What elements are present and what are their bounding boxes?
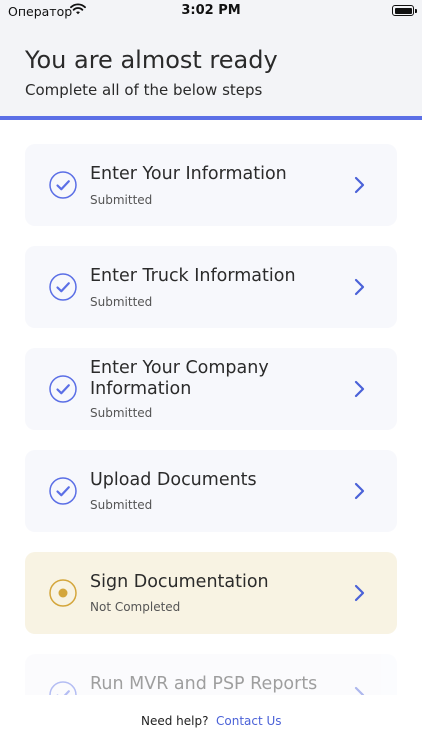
step-card[interactable]: Sign Documentation Not Completed <box>25 552 397 634</box>
step-title: Enter Your Company Information <box>90 358 269 399</box>
footer: Need help? Contact Us <box>0 695 422 750</box>
step-card[interactable]: Run MVR and PSP Reports <box>25 654 397 695</box>
step-card[interactable]: Enter Your Company Information Submitted <box>25 348 397 430</box>
page-header: You are almost ready Complete all of the… <box>0 24 422 116</box>
check-circle-icon <box>49 681 77 695</box>
step-title: Enter Your Information <box>90 164 287 184</box>
chevron-right-icon[interactable] <box>353 482 367 500</box>
check-circle-icon <box>49 273 77 301</box>
status-time: 3:02 PM <box>181 3 241 18</box>
step-status: Submitted <box>90 406 153 420</box>
radio-dot-icon <box>49 579 77 607</box>
step-title: Upload Documents <box>90 470 257 490</box>
status-bar: Оператор 3:02 PM <box>0 0 422 24</box>
check-circle-icon <box>49 171 77 199</box>
contact-us-link[interactable]: Contact Us <box>216 714 282 728</box>
page-subtitle: Complete all of the below steps <box>25 81 263 99</box>
step-status: Submitted <box>90 295 153 309</box>
step-status: Submitted <box>90 498 153 512</box>
chevron-right-icon[interactable] <box>353 380 367 398</box>
page-title: You are almost ready <box>25 46 278 74</box>
check-circle-icon <box>49 477 77 505</box>
step-title: Run MVR and PSP Reports <box>90 674 318 694</box>
step-card[interactable]: Enter Your Information Submitted <box>25 144 397 226</box>
chevron-right-icon[interactable] <box>353 584 367 602</box>
chevron-right-icon[interactable] <box>353 278 367 296</box>
step-status: Submitted <box>90 193 153 207</box>
step-card[interactable]: Enter Truck Information Submitted <box>25 246 397 328</box>
step-card[interactable]: Upload Documents Submitted <box>25 450 397 532</box>
step-title: Enter Truck Information <box>90 266 296 286</box>
steps-list[interactable]: Enter Your Information Submitted Enter T… <box>0 120 422 695</box>
chevron-right-icon[interactable] <box>353 686 367 695</box>
battery-icon <box>392 5 417 16</box>
help-text: Need help? <box>141 714 209 728</box>
check-circle-icon <box>49 375 77 403</box>
step-title: Sign Documentation <box>90 572 269 592</box>
step-status: Not Completed <box>90 600 181 614</box>
chevron-right-icon[interactable] <box>353 176 367 194</box>
